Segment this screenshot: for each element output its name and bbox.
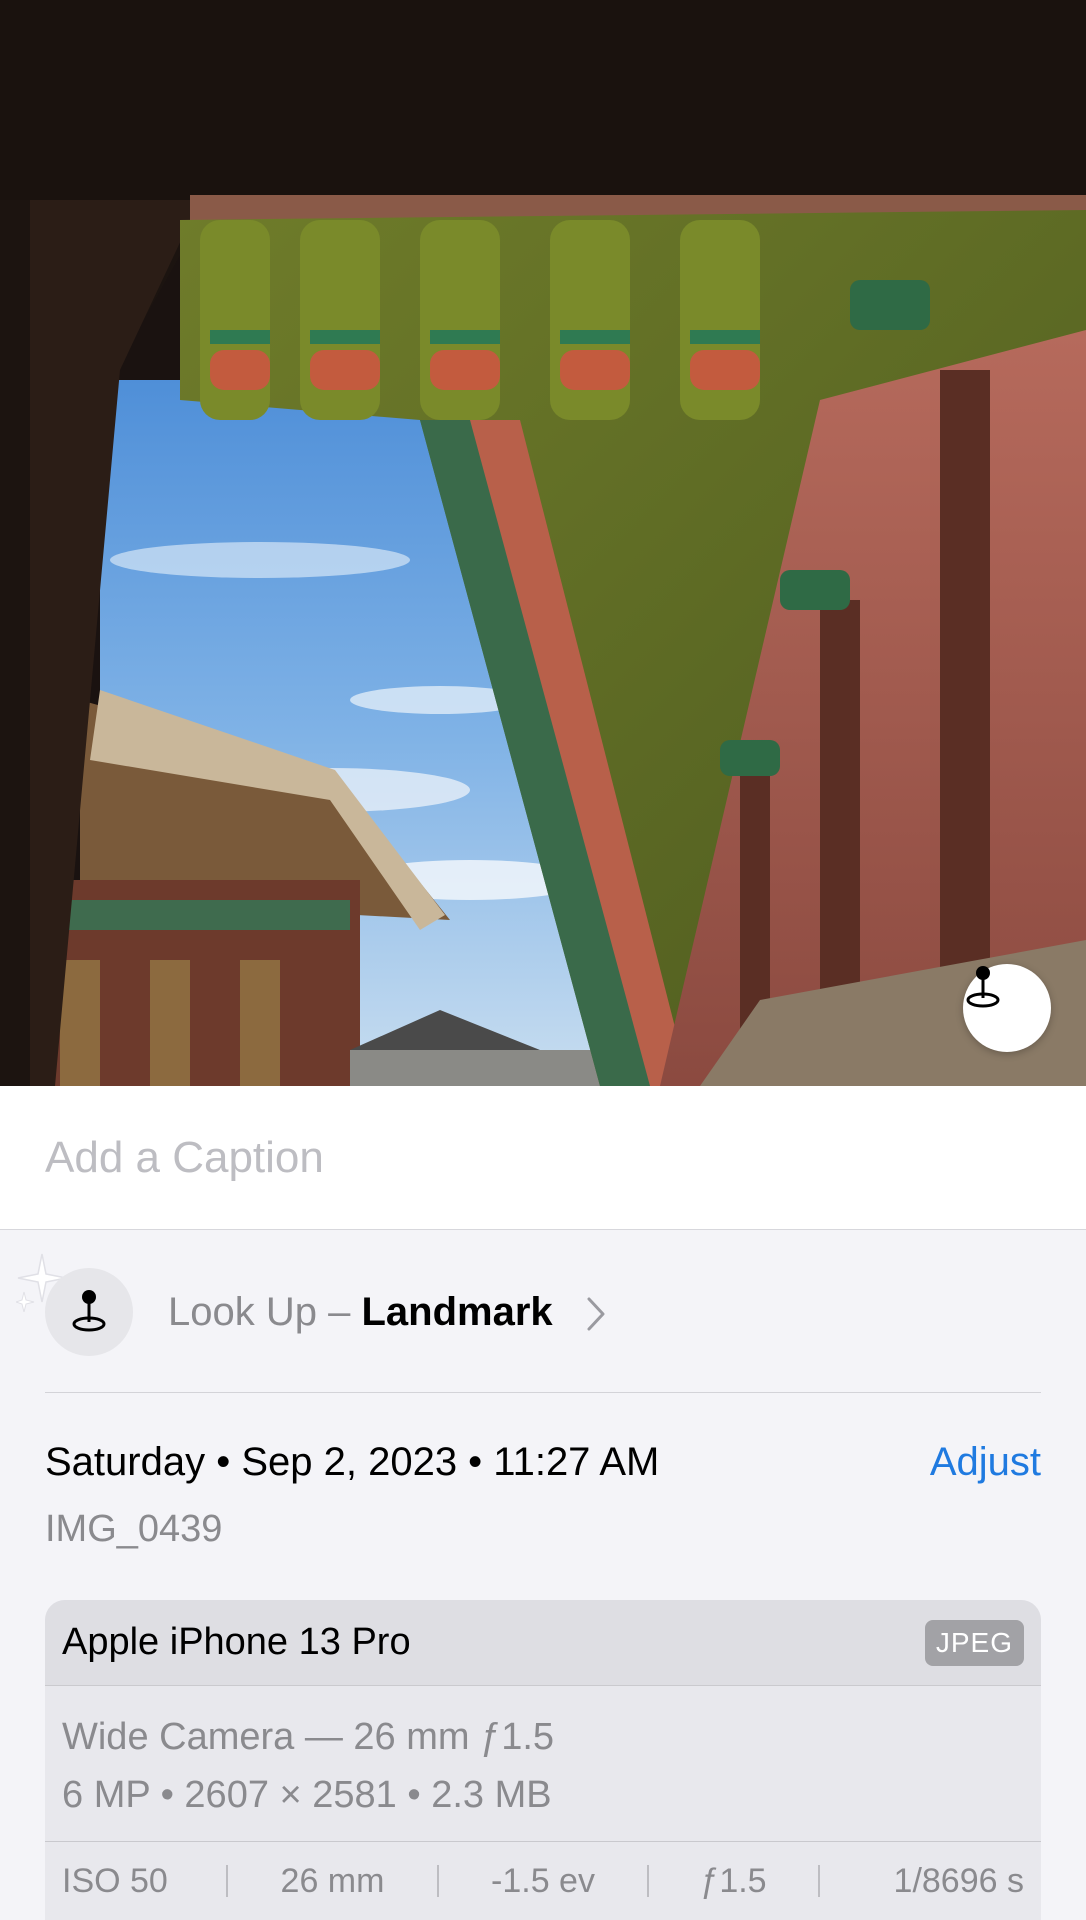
exif-separator [817, 1865, 820, 1897]
exif-iso: ISO 50 [62, 1861, 168, 1900]
divider [45, 1392, 1041, 1393]
exif-focal-length: 26 mm [280, 1861, 385, 1900]
look-up-icon-circle [45, 1268, 133, 1356]
look-up-prefix: Look Up – [168, 1290, 362, 1334]
info-panel: Look Up – Landmark Saturday • Sep 2, 202… [0, 1230, 1086, 1920]
filename-label: IMG_0439 [45, 1508, 223, 1550]
camera-metadata-card: Apple iPhone 13 Pro JPEG Wide Camera — 2… [45, 1600, 1041, 1920]
caption-input[interactable] [45, 1132, 945, 1184]
exif-row: ISO 50 26 mm -1.5 ev ƒ1.5 1/8696 s [45, 1842, 1041, 1920]
chevron-right-icon [587, 1297, 605, 1331]
format-badge: JPEG [924, 1619, 1024, 1666]
exif-separator [436, 1865, 439, 1897]
caption-section [0, 1086, 1086, 1230]
camera-details: Wide Camera — 26 mm ƒ1.5 6 MP • 2607 × 2… [45, 1686, 1041, 1842]
exif-shutter-speed: 1/8696 s [893, 1861, 1024, 1900]
camera-header: Apple iPhone 13 Pro JPEG [45, 1600, 1041, 1686]
image-specs: 6 MP • 2607 × 2581 • 2.3 MB [62, 1774, 552, 1816]
photo-viewer[interactable] [0, 0, 1086, 1086]
landmark-pin-icon [966, 966, 1000, 1008]
date-time-label: Saturday • Sep 2, 2023 • 11:27 AM [45, 1440, 660, 1484]
adjust-button[interactable]: Adjust [930, 1440, 1041, 1485]
look-up-label: Look Up – Landmark [168, 1290, 553, 1335]
look-up-subject: Landmark [361, 1290, 553, 1334]
exif-exposure-bias: -1.5 ev [491, 1861, 595, 1900]
photo-image [0, 0, 1086, 1086]
lens-info: Wide Camera — 26 mm ƒ1.5 [62, 1716, 555, 1758]
device-name: Apple iPhone 13 Pro [62, 1621, 411, 1663]
visual-lookup-button[interactable] [963, 964, 1051, 1052]
exif-aperture: ƒ1.5 [700, 1861, 767, 1900]
look-up-row[interactable]: Look Up – Landmark [0, 1230, 1086, 1393]
landmark-pin-icon [72, 1290, 106, 1332]
exif-separator [226, 1865, 229, 1897]
exif-separator [647, 1865, 650, 1897]
